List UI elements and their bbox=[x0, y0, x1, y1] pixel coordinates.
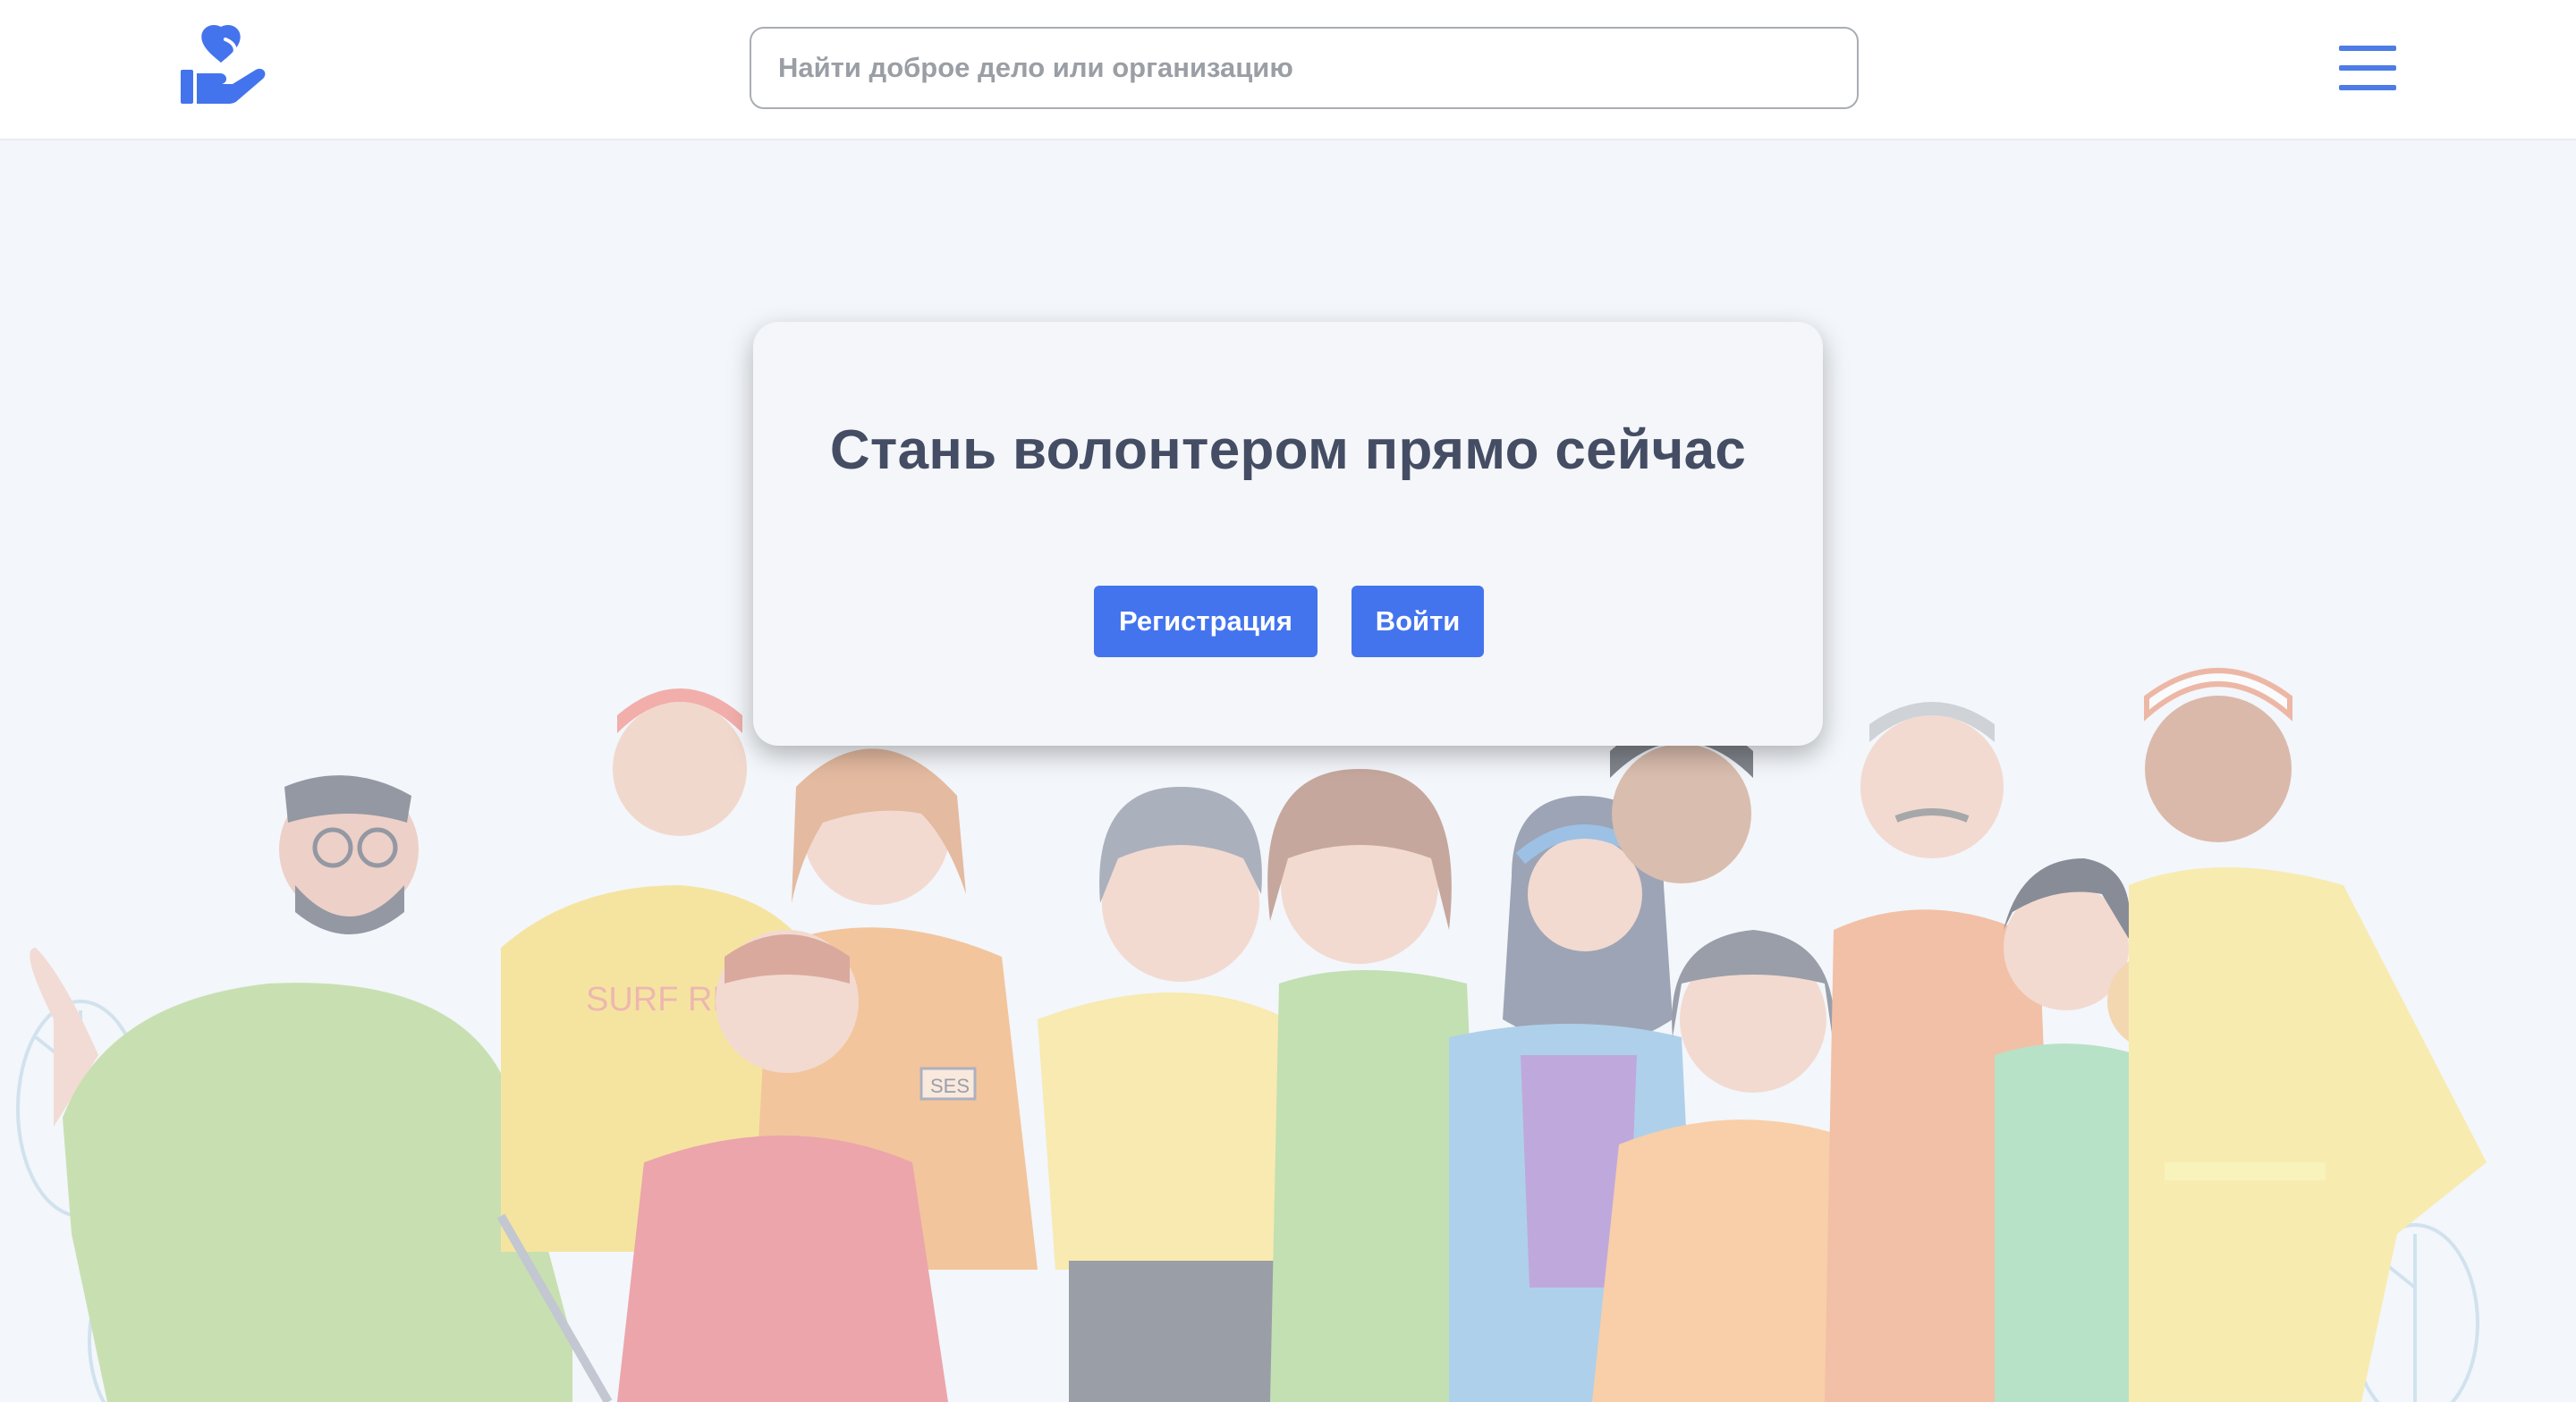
hamburger-menu-icon[interactable] bbox=[2334, 39, 2401, 97]
register-button[interactable]: Регистрация bbox=[1094, 586, 1318, 657]
top-header bbox=[0, 0, 2576, 140]
search-input[interactable] bbox=[750, 27, 1859, 109]
heart-in-hand-icon[interactable] bbox=[179, 23, 268, 113]
login-button[interactable]: Войти bbox=[1352, 586, 1484, 657]
cta-card: Стань волонтером прямо сейчас Регистраци… bbox=[753, 322, 1823, 746]
cta-title: Стань волонтером прямо сейчас bbox=[829, 419, 1747, 481]
